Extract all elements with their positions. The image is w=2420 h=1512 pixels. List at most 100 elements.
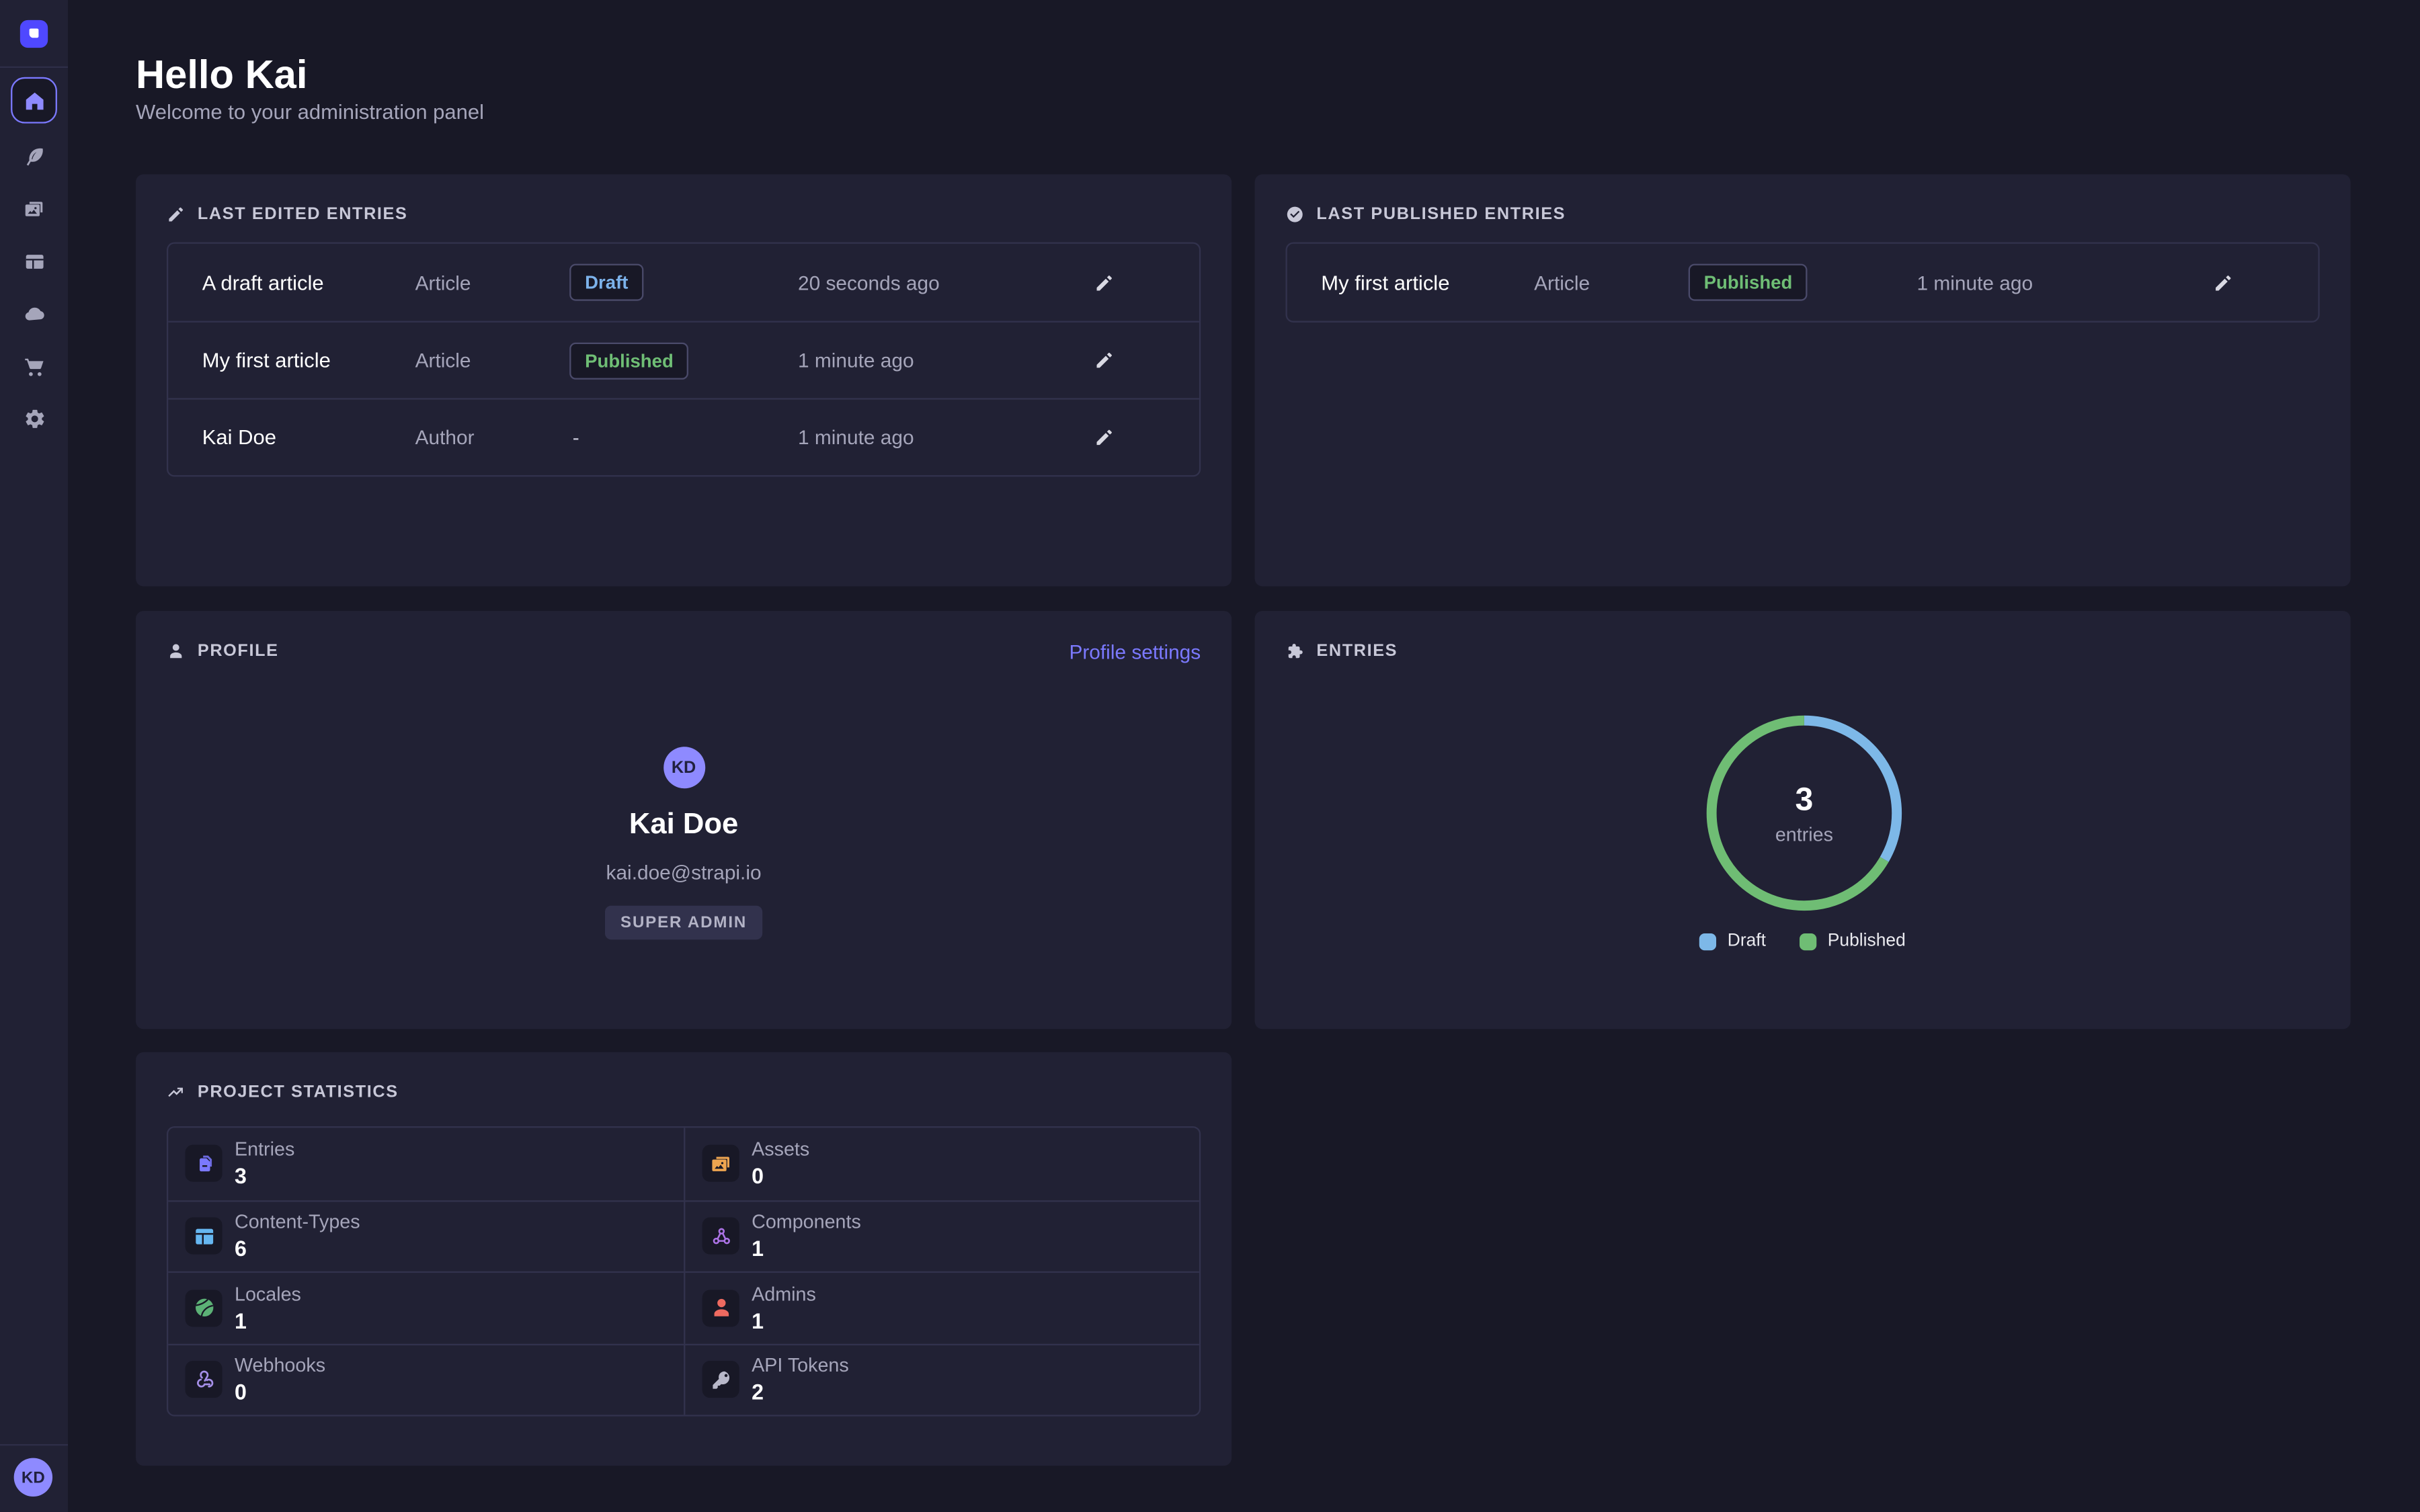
table-row[interactable]: A draft article Article Draft 20 seconds… bbox=[168, 244, 1199, 321]
last-edited-table: A draft article Article Draft 20 seconds… bbox=[167, 242, 1201, 476]
entry-time: 1 minute ago bbox=[798, 426, 1082, 449]
cart-icon bbox=[22, 354, 45, 377]
stat-label: Admins bbox=[752, 1284, 816, 1305]
entries-header: ENTRIES bbox=[1285, 642, 1398, 661]
entries-files-icon bbox=[186, 1145, 223, 1182]
pencil-icon bbox=[167, 205, 186, 224]
stat-label: Locales bbox=[235, 1284, 301, 1305]
edit-entry-button[interactable] bbox=[1082, 416, 1125, 459]
stat-value: 1 bbox=[752, 1308, 764, 1333]
profile-header: PROFILE bbox=[167, 642, 279, 661]
sidebar-item-content-type-builder[interactable] bbox=[15, 242, 52, 279]
edit-entry-button[interactable] bbox=[1082, 339, 1125, 382]
entry-type: Author bbox=[415, 426, 570, 449]
last-edited-entries-card: LAST EDITED ENTRIES A draft article Arti… bbox=[136, 174, 1232, 586]
stat-label: Entries bbox=[235, 1139, 294, 1161]
entries-donut-chart: 3 entries bbox=[1696, 705, 1912, 921]
status-badge: Published bbox=[569, 342, 689, 379]
edit-entry-button[interactable] bbox=[1082, 261, 1125, 304]
profile-settings-link[interactable]: Profile settings bbox=[1069, 640, 1201, 663]
cloud-icon bbox=[22, 302, 45, 325]
page-subtitle: Welcome to your administration panel bbox=[136, 100, 484, 123]
card-title: LAST PUBLISHED ENTRIES bbox=[1316, 205, 1566, 224]
stat-admins: Admins 1 bbox=[684, 1271, 1199, 1343]
home-icon bbox=[22, 89, 45, 112]
entry-time: 20 seconds ago bbox=[798, 271, 1082, 294]
entry-name: A draft article bbox=[202, 271, 415, 294]
admins-person-icon bbox=[702, 1290, 739, 1327]
stat-value: 2 bbox=[752, 1380, 764, 1404]
legend-swatch-draft bbox=[1699, 933, 1716, 950]
sidebar: KD bbox=[0, 0, 68, 1512]
stat-webhooks: Webhooks 0 bbox=[168, 1343, 684, 1415]
strapi-logo[interactable] bbox=[20, 20, 48, 48]
project-statistics-header: PROJECT STATISTICS bbox=[167, 1083, 399, 1102]
page-title: Hello Kai bbox=[136, 51, 307, 99]
entries-chart-card: ENTRIES 3 entries Draft Published bbox=[1255, 611, 2351, 1029]
last-edited-entries-header: LAST EDITED ENTRIES bbox=[167, 205, 408, 224]
locales-globe-icon bbox=[186, 1290, 223, 1327]
status-badge: Published bbox=[1689, 264, 1808, 301]
project-statistics-table: Entries 3 Assets 0 bbox=[167, 1126, 1201, 1417]
sidebar-item-marketplace[interactable] bbox=[15, 347, 52, 384]
table-row[interactable]: My first article Article Published 1 min… bbox=[1287, 244, 2318, 321]
sidebar-divider bbox=[0, 67, 68, 68]
card-title: PROFILE bbox=[198, 642, 279, 661]
check-circle-icon bbox=[1285, 205, 1304, 224]
stat-value: 1 bbox=[752, 1236, 764, 1261]
media-pictures-icon bbox=[22, 197, 45, 220]
status-empty: - bbox=[569, 426, 798, 449]
layout-icon bbox=[22, 249, 45, 272]
entry-time: 1 minute ago bbox=[1917, 271, 2201, 294]
stat-value: 0 bbox=[235, 1380, 247, 1404]
entries-total: 3 bbox=[1795, 782, 1813, 818]
entry-time: 1 minute ago bbox=[798, 349, 1082, 372]
stat-entries: Entries 3 bbox=[168, 1128, 684, 1200]
sidebar-item-home[interactable] bbox=[11, 77, 57, 124]
stat-components: Components 1 bbox=[684, 1200, 1199, 1271]
status-badge: Draft bbox=[569, 264, 643, 301]
sidebar-item-settings[interactable] bbox=[15, 400, 52, 437]
stat-api-tokens: API Tokens 2 bbox=[684, 1343, 1199, 1415]
entry-type: Article bbox=[1534, 271, 1689, 294]
profile-body: KD Kai Doe kai.doe@strapi.io SUPER ADMIN bbox=[136, 747, 1232, 939]
sidebar-nav bbox=[0, 77, 68, 437]
stat-locales: Locales 1 bbox=[168, 1271, 684, 1343]
entry-type: Article bbox=[415, 271, 570, 294]
entry-name: My first article bbox=[202, 349, 415, 372]
sidebar-user-avatar[interactable]: KD bbox=[14, 1458, 52, 1497]
project-statistics-card: PROJECT STATISTICS Entries 3 bbox=[136, 1052, 1232, 1466]
entry-name: My first article bbox=[1321, 271, 1534, 294]
role-badge: SUPER ADMIN bbox=[605, 906, 762, 940]
profile-email: kai.doe@strapi.io bbox=[606, 861, 762, 884]
content-types-layout-icon bbox=[186, 1218, 223, 1255]
webhooks-icon bbox=[186, 1361, 223, 1398]
legend-label: Draft bbox=[1728, 932, 1766, 951]
edit-entry-button[interactable] bbox=[2201, 261, 2244, 304]
pencil-icon bbox=[2212, 272, 2232, 292]
gear-icon bbox=[22, 407, 45, 429]
stat-label: Webhooks bbox=[235, 1355, 325, 1376]
stat-value: 0 bbox=[752, 1164, 764, 1189]
stat-value: 6 bbox=[235, 1236, 247, 1261]
assets-pictures-icon bbox=[702, 1145, 739, 1182]
legend-item-published: Published bbox=[1800, 932, 1905, 951]
sidebar-bottom-divider bbox=[0, 1444, 68, 1445]
sidebar-item-content-manager[interactable] bbox=[15, 137, 52, 174]
trend-up-icon bbox=[167, 1083, 186, 1102]
sidebar-item-media-library[interactable] bbox=[15, 190, 52, 226]
puzzle-icon bbox=[1285, 642, 1304, 661]
stat-label: API Tokens bbox=[752, 1355, 849, 1376]
chart-legend: Draft Published bbox=[1255, 932, 2351, 951]
table-row[interactable]: Kai Doe Author - 1 minute ago bbox=[168, 398, 1199, 475]
stat-value: 1 bbox=[235, 1308, 247, 1333]
sidebar-item-deploy[interactable] bbox=[15, 295, 52, 332]
legend-item-draft: Draft bbox=[1699, 932, 1766, 951]
table-row[interactable]: My first article Article Published 1 min… bbox=[168, 321, 1199, 398]
legend-swatch-published bbox=[1800, 933, 1816, 950]
profile-card: PROFILE Profile settings KD Kai Doe kai.… bbox=[136, 611, 1232, 1029]
pencil-icon bbox=[1094, 350, 1114, 370]
person-icon bbox=[167, 642, 186, 661]
stat-content-types: Content-Types 6 bbox=[168, 1200, 684, 1271]
entries-caption: entries bbox=[1775, 823, 1833, 845]
